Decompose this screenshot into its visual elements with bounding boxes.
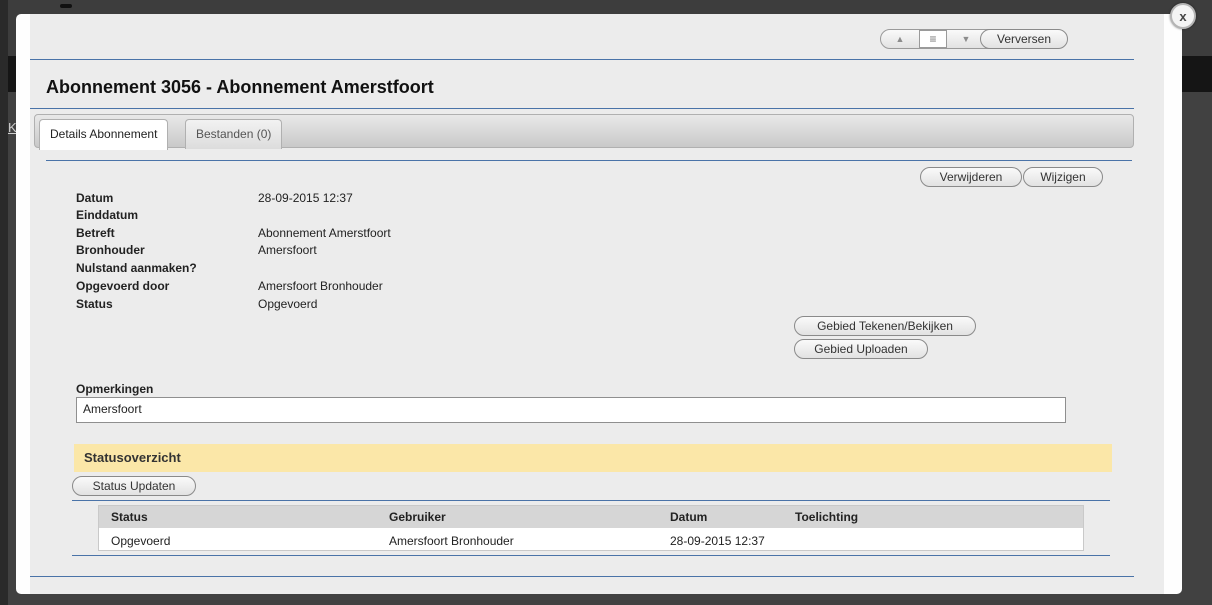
- modal-bottom-divider: [30, 576, 1134, 577]
- close-icon: x: [1179, 8, 1187, 24]
- triangle-down-icon: ▼: [961, 34, 971, 44]
- field-label-status: Status: [76, 297, 113, 311]
- field-label-einddatum: Einddatum: [76, 208, 138, 222]
- status-table-header: Status Gebruiker Datum Toelichting: [99, 506, 1083, 528]
- list-icon: ≡: [929, 32, 937, 46]
- header-divider: [30, 59, 1134, 60]
- field-label-opgevoerd-door: Opgevoerd door: [76, 279, 170, 293]
- modal-content: ▲ ≡ ▼ Verversen Abonnement 3056 - Abonne…: [30, 14, 1164, 594]
- tab-bar: Details Abonnement Bestanden (0): [34, 114, 1134, 150]
- field-label-nulstand: Nulstand aanmaken?: [76, 261, 197, 275]
- status-table-bottom-divider: [72, 555, 1110, 556]
- column-header-toelichting: Toelichting: [795, 510, 859, 524]
- draw-area-button[interactable]: Gebied Tekenen/Bekijken: [794, 316, 976, 336]
- column-header-status: Status: [111, 510, 148, 524]
- panel-top-divider: [46, 160, 1132, 161]
- column-header-gebruiker: Gebruiker: [389, 510, 446, 524]
- remarks-field[interactable]: Amersfoort: [76, 397, 1066, 423]
- background-logo: [60, 4, 72, 8]
- cell-datum: 28-09-2015 12:37: [670, 534, 765, 548]
- status-table-top-divider: [72, 500, 1110, 501]
- title-divider: [30, 108, 1134, 109]
- field-value-status: Opgevoerd: [258, 297, 318, 311]
- edit-button[interactable]: Wijzigen: [1023, 167, 1103, 187]
- field-value-bronhouder: Amersfoort: [258, 243, 317, 257]
- field-value-datum: 28-09-2015 12:37: [258, 191, 353, 205]
- column-header-datum: Datum: [670, 510, 708, 524]
- status-update-button[interactable]: Status Updaten: [72, 476, 196, 496]
- abonnement-modal: ▲ ≡ ▼ Verversen Abonnement 3056 - Abonne…: [16, 14, 1182, 594]
- refresh-button[interactable]: Verversen: [980, 29, 1068, 49]
- field-label-betreft: Betreft: [76, 226, 115, 240]
- close-modal-button[interactable]: x: [1170, 3, 1196, 29]
- record-navigation: ▲ ≡ ▼: [880, 29, 990, 49]
- field-value-betreft: Abonnement Amerstfoort: [258, 226, 391, 240]
- page-title: Abonnement 3056 - Abonnement Amerstfoort: [46, 77, 434, 97]
- field-value-opgevoerd-door: Amersfoort Bronhouder: [258, 279, 383, 293]
- triangle-up-icon: ▲: [895, 34, 905, 44]
- tab-details-abonnement[interactable]: Details Abonnement: [39, 119, 169, 150]
- field-label-bronhouder: Bronhouder: [76, 243, 145, 257]
- tab-bestanden[interactable]: Bestanden (0): [185, 119, 283, 149]
- field-label-datum: Datum: [76, 191, 114, 205]
- delete-button[interactable]: Verwijderen: [920, 167, 1022, 187]
- cell-status: Opgevoerd: [111, 534, 171, 548]
- cell-gebruiker: Amersfoort Bronhouder: [389, 534, 514, 548]
- remarks-label: Opmerkingen: [76, 382, 154, 396]
- record-list-button[interactable]: ≡: [919, 30, 947, 48]
- status-overview-header: Statusoverzicht: [74, 444, 1112, 472]
- upload-area-button[interactable]: Gebied Uploaden: [794, 339, 928, 359]
- status-table: Status Gebruiker Datum Toelichting Opgev…: [98, 505, 1084, 551]
- previous-record-button[interactable]: ▲: [881, 30, 919, 48]
- background-sidebar: [0, 0, 8, 605]
